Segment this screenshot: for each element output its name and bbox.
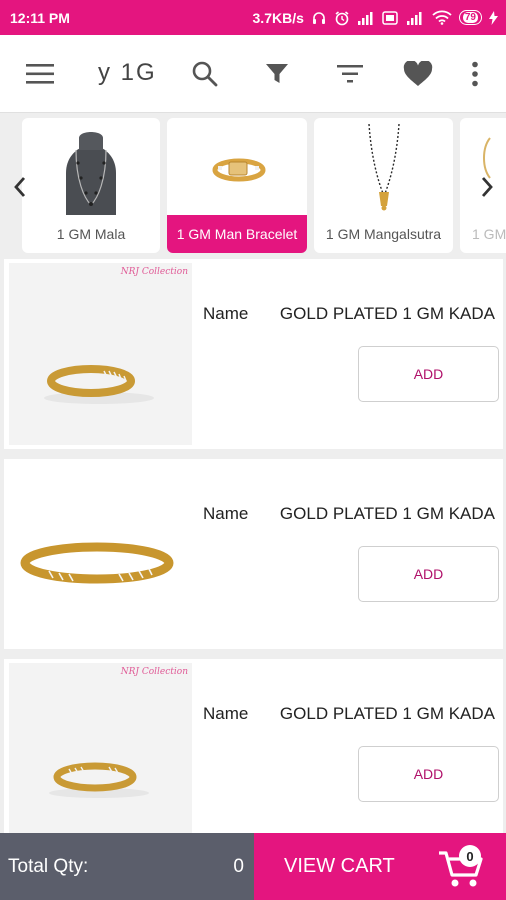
status-bar: 12:11 PM 3.7KB/s 79 <box>0 0 506 35</box>
product-name-value: GOLD PLATED 1 GM KADA <box>279 504 495 523</box>
mangalsutra-image <box>367 123 400 211</box>
more-vert-icon <box>472 61 478 87</box>
product-image: NRJ Collection <box>9 663 192 833</box>
product-image: NRJ Collection <box>9 263 192 445</box>
wifi-icon <box>432 10 452 25</box>
total-qty-value: 0 <box>233 855 244 877</box>
category-card-mala[interactable]: 1 GM Mala <box>22 118 160 253</box>
net-speed: 3.7KB/s <box>252 9 304 26</box>
app-bar: y 1G <box>0 35 506 113</box>
carousel-next-button[interactable] <box>475 172 499 202</box>
add-to-cart-button[interactable]: ADD <box>358 346 499 402</box>
view-cart-label: VIEW CART <box>284 855 395 877</box>
search-icon <box>192 61 218 87</box>
kada-image <box>44 365 154 404</box>
charging-icon <box>489 10 498 25</box>
product-name-label: Name <box>203 304 249 323</box>
brand-watermark: NRJ Collection <box>121 267 188 289</box>
marquee-title: y 1G <box>98 59 157 86</box>
total-qty-label: Total Qty: <box>8 855 89 877</box>
status-icons: 3.7KB/s 79 <box>253 10 498 26</box>
brand-name: NRJ Collection <box>120 267 188 277</box>
add-to-cart-button[interactable]: ADD <box>358 746 499 802</box>
bracelet-image <box>212 158 266 182</box>
add-to-cart-button[interactable]: ADD <box>358 546 499 602</box>
more-options-button[interactable] <box>462 35 488 113</box>
product-card[interactable]: NRJ Collection Name GOLD PLATED 1 GM KAD… <box>4 659 503 833</box>
mala-thumbnail <box>22 118 160 215</box>
chevron-right-icon <box>481 177 493 197</box>
brand-watermark: NRJ Collection <box>121 667 188 689</box>
cart-count-badge: 0 <box>459 845 481 867</box>
status-time: 12:11 PM <box>10 9 70 26</box>
bracelet-thumbnail <box>167 118 307 215</box>
alarm-icon <box>335 10 349 25</box>
battery-level: 79 <box>462 12 478 23</box>
category-carousel: 1 GM Mala 1 GM Man Bracelet 1 GM Mangals… <box>0 114 506 257</box>
product-name-value: GOLD PLATED 1 GM KADA <box>279 704 495 723</box>
category-card-mangalsutra[interactable]: 1 GM Mangalsutra <box>314 118 453 253</box>
product-name-label: Name <box>203 704 249 723</box>
menu-button[interactable] <box>20 35 60 113</box>
kada-image <box>20 542 174 584</box>
wishlist-button[interactable] <box>398 35 438 113</box>
view-cart-button[interactable]: VIEW CART 0 <box>254 833 506 900</box>
signal-icon <box>357 11 373 25</box>
carousel-prev-button[interactable] <box>8 172 32 202</box>
category-label: 1 GM Mangalsutra <box>325 226 442 242</box>
filter-button[interactable] <box>257 35 297 113</box>
product-card[interactable]: Name GOLD PLATED 1 GM KADA ADD <box>4 459 503 649</box>
heart-icon <box>403 61 433 86</box>
bottom-bar: Total Qty: 0 VIEW CART 0 <box>0 833 506 900</box>
category-label: 1 GM Man Bracelet <box>167 215 307 253</box>
category-label: 1 GM <box>472 226 506 242</box>
product-name-value: GOLD PLATED 1 GM KADA <box>279 304 495 323</box>
menu-icon <box>26 64 54 84</box>
total-qty-panel: Total Qty: 0 <box>0 833 254 900</box>
product-name-label: Name <box>203 504 249 523</box>
necklace-image <box>66 132 116 215</box>
mangalsutra-thumbnail <box>314 118 453 215</box>
battery-icon: 79 <box>458 10 482 25</box>
chevron-left-icon <box>14 177 26 197</box>
signal-4g-icon <box>406 11 422 25</box>
headphones-icon <box>312 11 325 24</box>
product-image <box>9 463 192 645</box>
search-button[interactable] <box>185 35 225 113</box>
category-card-man-bracelet[interactable]: 1 GM Man Bracelet <box>167 118 307 253</box>
category-label: 1 GM Mala <box>56 226 126 242</box>
product-card[interactable]: NRJ Collection Name GOLD PLATED 1 GM KAD… <box>4 259 503 449</box>
filter-icon <box>266 64 288 83</box>
volte-icon <box>382 10 398 25</box>
sort-icon <box>337 65 363 83</box>
sort-button[interactable] <box>330 35 370 113</box>
brand-name: NRJ Collection <box>120 667 188 677</box>
